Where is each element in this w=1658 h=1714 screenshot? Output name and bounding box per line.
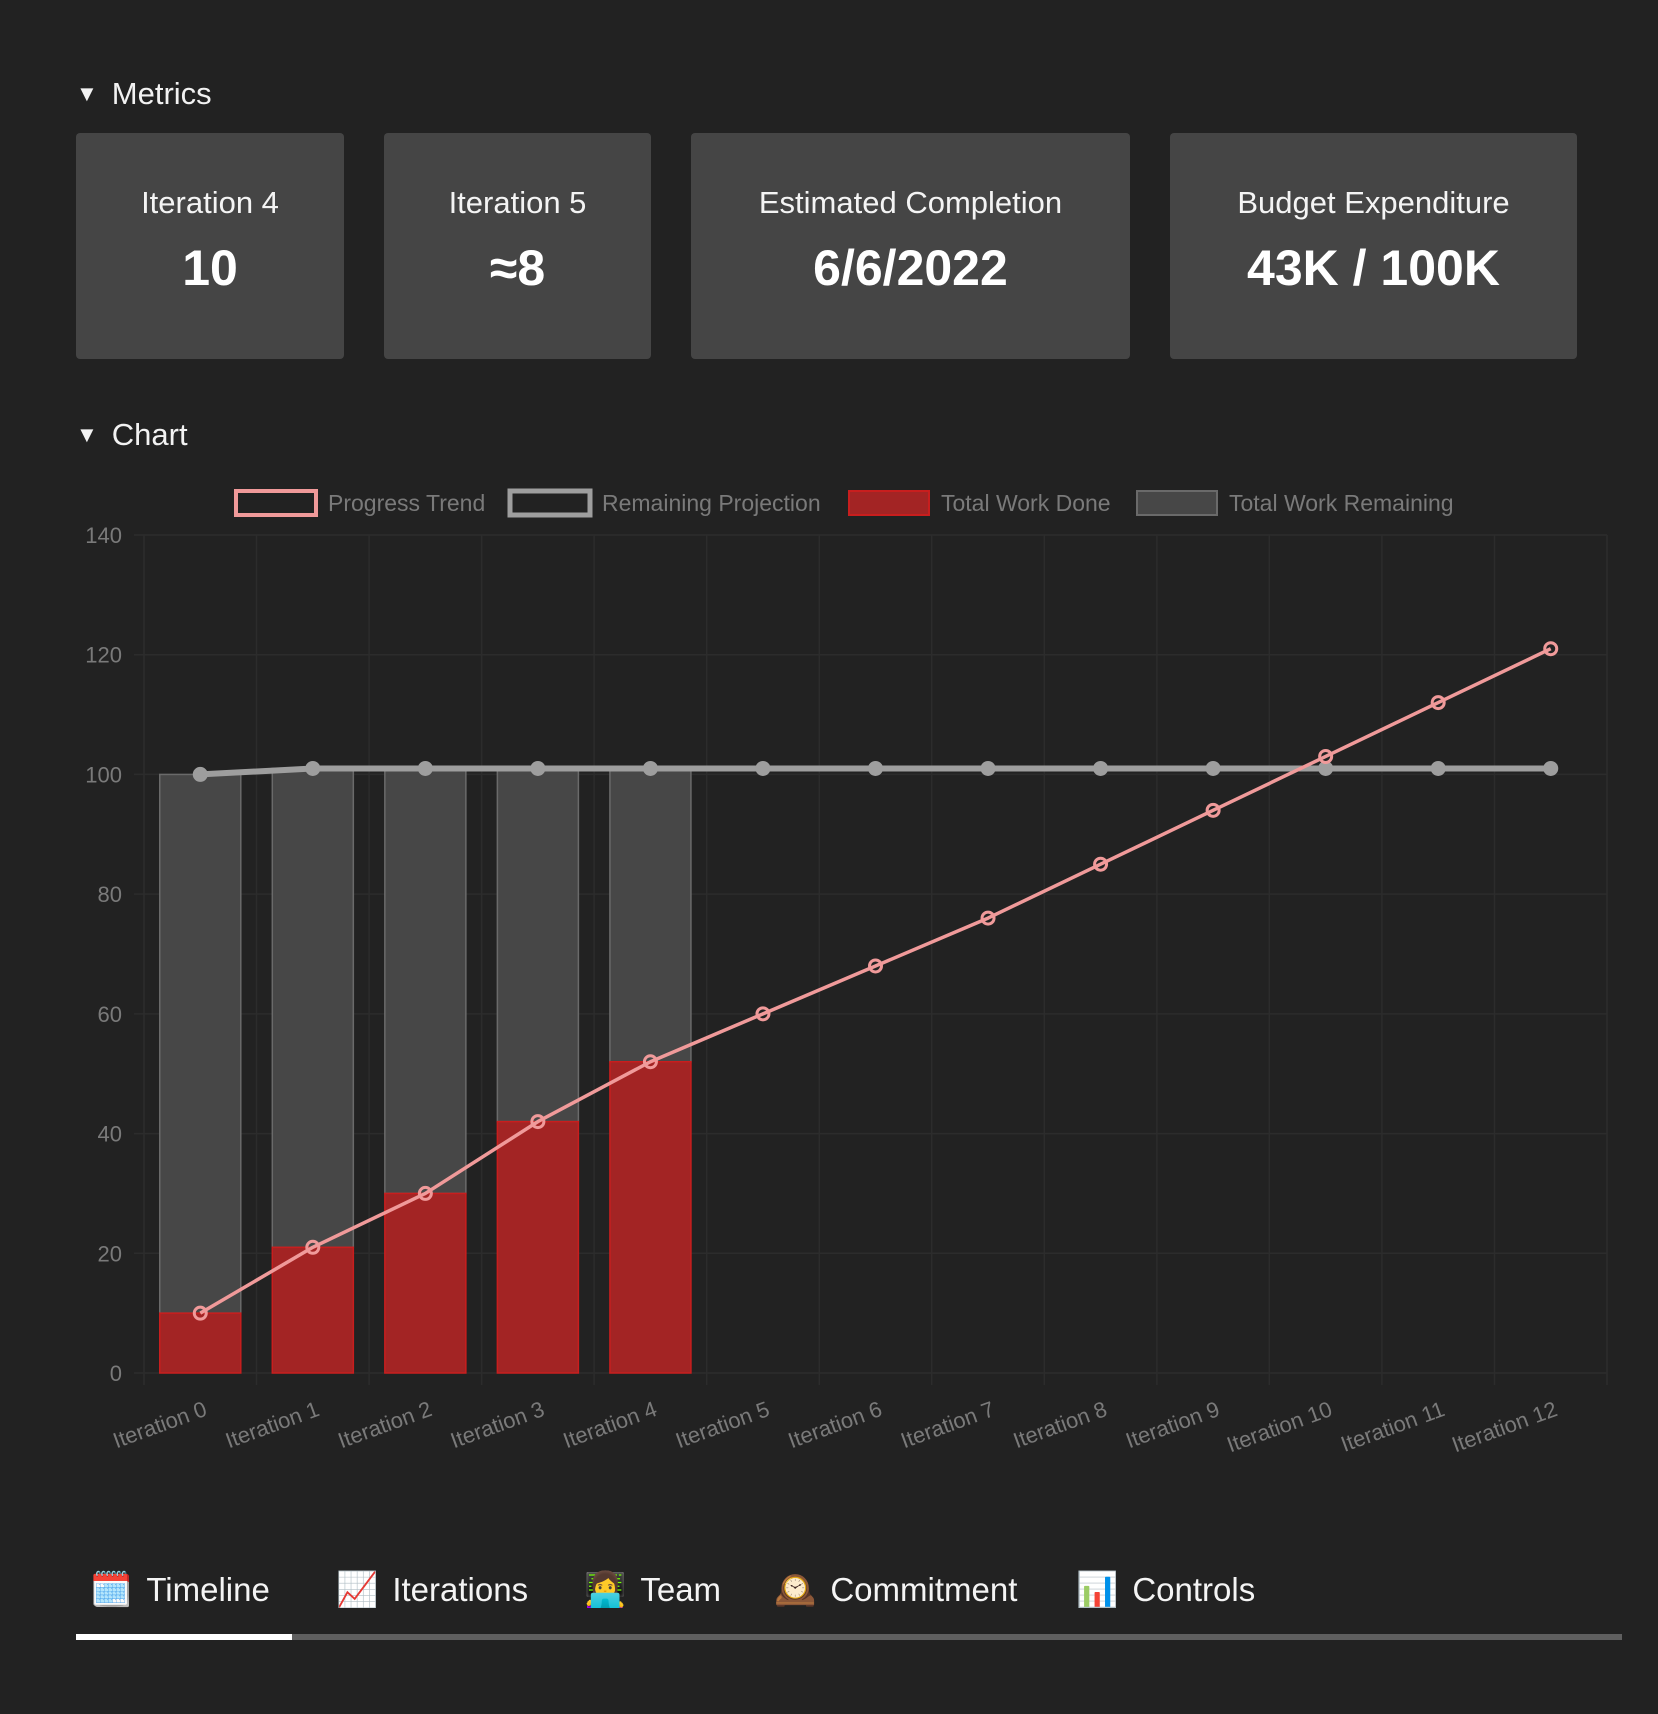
remaining-projection-point xyxy=(868,760,883,776)
metric-card-value: 10 xyxy=(182,240,238,296)
metric-card-value: ≈8 xyxy=(489,240,546,296)
metric-card-title: Estimated Completion xyxy=(758,185,1063,220)
legend-swatch xyxy=(507,488,593,518)
remaining-projection-point xyxy=(530,760,546,776)
chart-increasing-icon: 📈 xyxy=(336,1571,379,1609)
remaining-projection-point xyxy=(417,760,433,776)
metrics-section-toggle[interactable]: ▼ Metrics xyxy=(76,76,212,112)
bar-work-done xyxy=(384,1192,467,1374)
tab-label: Controls xyxy=(1132,1571,1256,1608)
bar-work-remaining xyxy=(159,773,242,1314)
metric-card-estimated-completion: Estimated Completion 6/6/2022 xyxy=(691,133,1130,359)
technologist-icon: 👩‍💻 xyxy=(584,1571,627,1609)
tab-label: Team xyxy=(640,1571,722,1608)
remaining-projection-point xyxy=(1205,760,1221,776)
tab-active-indicator xyxy=(76,1634,292,1640)
collapse-triangle-icon: ▼ xyxy=(76,422,98,447)
remaining-projection-point xyxy=(1430,760,1446,776)
bar-work-done xyxy=(496,1120,580,1374)
remaining-projection-point xyxy=(1543,760,1559,776)
metric-card-budget-expenditure: Budget Expenditure 43K / 100K xyxy=(1170,133,1577,359)
tab-timeline[interactable]: 🗓️ Timeline xyxy=(90,1560,270,1620)
legend-swatch xyxy=(1136,490,1218,516)
y-tick-label: 0 xyxy=(110,1361,122,1386)
x-tick-label: Iteration 8 xyxy=(1010,1396,1110,1453)
mantelpiece-clock-icon: 🕰️ xyxy=(774,1571,817,1609)
chart-header-label: Chart xyxy=(111,417,188,452)
x-tick-label: Iteration 9 xyxy=(1122,1396,1222,1453)
metrics-header-label: Metrics xyxy=(111,76,212,111)
x-tick-label: Iteration 12 xyxy=(1448,1396,1560,1457)
remaining-projection-point xyxy=(642,760,658,776)
metric-card-iteration-5: Iteration 5 ≈8 xyxy=(384,133,651,359)
metric-card-title: Budget Expenditure xyxy=(1237,185,1510,220)
tab-track xyxy=(76,1634,1622,1640)
x-tick-label: Iteration 10 xyxy=(1223,1396,1335,1457)
x-tick-label: Iteration 7 xyxy=(897,1396,997,1453)
tab-bar: 🗓️ Timeline 📈 Iterations 👩‍💻 Team 🕰️ Com… xyxy=(76,1560,1622,1644)
bar-work-remaining xyxy=(496,767,580,1123)
y-tick-label: 100 xyxy=(85,762,122,787)
x-tick-label: Iteration 1 xyxy=(222,1396,322,1453)
legend-swatch xyxy=(848,490,930,516)
tab-label: Timeline xyxy=(146,1571,270,1608)
remaining-projection-point xyxy=(1093,760,1109,776)
x-tick-label: Iteration 6 xyxy=(785,1396,885,1453)
legend-label: Total Work Remaining xyxy=(1229,490,1454,516)
tab-commitment[interactable]: 🕰️ Commitment xyxy=(774,1560,1017,1620)
tab-iterations[interactable]: 📈 Iterations xyxy=(336,1560,528,1620)
bar-work-remaining xyxy=(271,767,355,1249)
bar-work-done xyxy=(609,1060,692,1374)
tab-label: Commitment xyxy=(830,1571,1018,1608)
remaining-projection-point xyxy=(192,766,208,782)
metric-card-title: Iteration 4 xyxy=(141,185,279,220)
y-tick-label: 40 xyxy=(98,1122,122,1147)
remaining-projection-point xyxy=(1318,760,1334,776)
y-tick-label: 80 xyxy=(98,882,122,907)
y-tick-label: 120 xyxy=(85,643,122,668)
y-tick-label: 20 xyxy=(98,1241,122,1266)
bar-work-done xyxy=(159,1312,242,1374)
x-tick-label: Iteration 2 xyxy=(335,1396,435,1453)
tab-controls[interactable]: 📊 Controls xyxy=(1076,1560,1255,1620)
metric-card-iteration-4: Iteration 4 10 xyxy=(76,133,344,359)
x-tick-label: Iteration 11 xyxy=(1337,1396,1447,1457)
y-tick-label: 140 xyxy=(85,523,122,548)
remaining-projection-point xyxy=(980,760,996,776)
remaining-projection-point xyxy=(305,760,321,776)
legend-swatch xyxy=(234,489,318,517)
collapse-triangle-icon: ▼ xyxy=(76,81,98,106)
x-tick-label: Iteration 3 xyxy=(447,1396,547,1453)
metric-card-title: Iteration 5 xyxy=(448,185,587,220)
x-tick-label: Iteration 5 xyxy=(672,1396,772,1453)
tab-label: Iterations xyxy=(392,1571,529,1608)
legend-label: Remaining Projection xyxy=(602,490,821,516)
x-tick-label: Iteration 0 xyxy=(109,1396,209,1453)
bar-work-done xyxy=(271,1246,355,1374)
tab-team[interactable]: 👩‍💻 Team xyxy=(584,1560,721,1620)
remaining-projection-point xyxy=(755,760,771,776)
legend-label: Progress Trend xyxy=(328,490,485,516)
bar-work-remaining xyxy=(609,767,692,1063)
chart-section-toggle[interactable]: ▼ Chart xyxy=(76,417,188,453)
y-tick-label: 60 xyxy=(98,1002,122,1027)
bar-chart-icon: 📊 xyxy=(1076,1571,1119,1609)
metric-card-value: 6/6/2022 xyxy=(813,240,1008,296)
burnup-chart: 020406080100120140Iteration 0 Iteration 1… xyxy=(85,488,1608,1457)
legend-label: Total Work Done xyxy=(941,490,1111,516)
metric-card-value: 43K / 100K xyxy=(1247,240,1500,296)
calendar-icon: 🗓️ xyxy=(90,1571,133,1609)
bar-work-remaining xyxy=(384,767,467,1195)
x-tick-label: Iteration 4 xyxy=(560,1396,660,1453)
